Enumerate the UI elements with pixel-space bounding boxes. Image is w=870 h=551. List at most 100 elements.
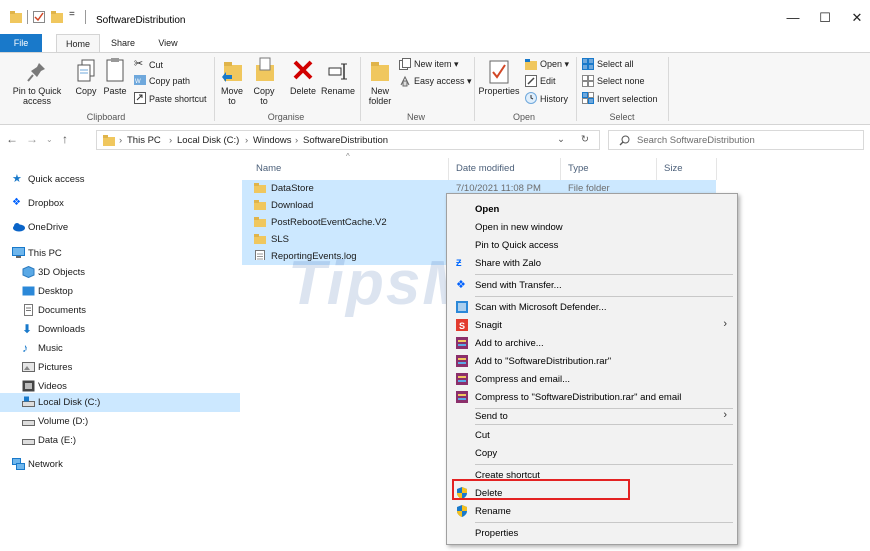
nav-documents[interactable]: Documents xyxy=(0,301,240,320)
menu-add-archive[interactable]: Add to archive... xyxy=(447,334,737,352)
menu-snagit[interactable]: S Snagit › xyxy=(447,316,737,334)
paste-button[interactable]: Paste xyxy=(102,86,128,96)
delete-button[interactable]: Delete xyxy=(286,86,320,96)
search-box[interactable]: Search SoftwareDistribution xyxy=(608,130,864,150)
crumb-windows[interactable]: Windows xyxy=(253,135,292,146)
copy-path-button[interactable]: Copy path xyxy=(149,76,190,86)
document-icon xyxy=(24,304,33,316)
menu-pin-quick-access[interactable]: Pin to Quick access xyxy=(447,236,737,254)
winrar-icon xyxy=(456,355,468,367)
menu-cut[interactable]: Cut xyxy=(447,426,737,444)
new-folder-button[interactable]: New folder xyxy=(364,86,396,106)
column-separator[interactable] xyxy=(448,158,449,180)
menu-properties[interactable]: Properties xyxy=(447,524,737,542)
paste-shortcut-button[interactable]: Paste shortcut xyxy=(149,94,207,104)
column-header-name[interactable]: Name xyxy=(256,163,281,174)
menu-separator xyxy=(475,296,733,297)
edit-icon xyxy=(525,75,537,87)
select-none-button[interactable]: Select none xyxy=(597,76,645,86)
new-item-button[interactable]: New item ▾ xyxy=(414,59,459,69)
tab-share[interactable]: Share xyxy=(104,34,142,52)
crumb-local-disk[interactable]: Local Disk (C:) xyxy=(177,135,239,146)
menu-send-transfer[interactable]: ❖ Send with Transfer... xyxy=(447,276,737,294)
nav-this-pc[interactable]: This PC xyxy=(0,244,240,263)
new-folder-icon[interactable] xyxy=(51,11,63,23)
pin-quick-access-button[interactable]: Pin to Quick access xyxy=(2,86,72,106)
organise-group-label: Organise xyxy=(267,112,305,122)
history-button[interactable]: History xyxy=(540,94,568,104)
column-header-type[interactable]: Type xyxy=(568,163,589,174)
nav-quick-access[interactable]: ★ Quick access xyxy=(0,170,240,189)
star-icon: ★ xyxy=(12,173,22,185)
nav-label: Network xyxy=(28,459,63,470)
menu-label: Send to xyxy=(475,411,508,422)
column-separator[interactable] xyxy=(716,158,717,180)
nav-onedrive[interactable]: OneDrive xyxy=(0,218,240,237)
nav-data-e[interactable]: Data (E:) xyxy=(0,431,240,450)
address-dropdown-icon[interactable]: ⌄ xyxy=(557,134,565,145)
edit-button[interactable]: Edit xyxy=(540,76,556,86)
nav-label: 3D Objects xyxy=(38,267,85,278)
nav-downloads[interactable]: ⬇ Downloads xyxy=(0,320,240,339)
copy-button[interactable]: Copy xyxy=(70,86,102,96)
crumb-this-pc[interactable]: This PC xyxy=(127,135,161,146)
menu-scan-defender[interactable]: Scan with Microsoft Defender... xyxy=(447,298,737,316)
menu-share-zalo[interactable]: Ƶ Share with Zalo xyxy=(447,254,737,272)
nav-music[interactable]: ♪ Music xyxy=(0,339,240,358)
menu-label: Open in new window xyxy=(475,222,563,233)
column-separator[interactable] xyxy=(656,158,657,180)
nav-label: Videos xyxy=(38,381,67,392)
invert-selection-button[interactable]: Invert selection xyxy=(597,94,658,104)
address-bar[interactable]: › This PC › Local Disk (C:) › Windows › … xyxy=(96,130,600,150)
nav-3d-objects[interactable]: 3D Objects xyxy=(0,263,240,282)
back-arrow-icon[interactable]: ← xyxy=(6,132,18,146)
easy-access-button[interactable]: Easy access ▾ xyxy=(414,76,472,86)
select-all-button[interactable]: Select all xyxy=(597,59,634,69)
rename-button[interactable]: Rename xyxy=(320,86,356,96)
cut-icon: ✂ xyxy=(134,58,144,70)
log-file-icon xyxy=(255,250,265,260)
menu-copy[interactable]: Copy xyxy=(447,444,737,462)
cloud-icon xyxy=(13,223,25,232)
tab-file[interactable]: File xyxy=(0,34,42,52)
music-note-icon: ♪ xyxy=(22,341,28,355)
tab-view[interactable]: View xyxy=(150,34,186,52)
copy-to-button[interactable]: Copy to xyxy=(250,86,278,106)
nav-local-disk[interactable]: Local Disk (C:) xyxy=(0,393,240,412)
column-header-date[interactable]: Date modified xyxy=(456,163,515,174)
maximize-button[interactable]: ☐ xyxy=(812,8,838,28)
nav-volume-d[interactable]: Volume (D:) xyxy=(0,412,240,431)
menu-rename[interactable]: Rename xyxy=(447,502,737,520)
column-header-size[interactable]: Size xyxy=(664,163,682,174)
forward-arrow-icon[interactable]: → xyxy=(26,132,38,146)
drive-icon xyxy=(22,420,35,426)
refresh-icon[interactable]: ↻ xyxy=(581,134,589,145)
open-button[interactable]: Open ▾ xyxy=(540,59,569,69)
up-arrow-icon[interactable]: ↑ xyxy=(62,132,68,146)
cut-button[interactable]: Cut xyxy=(149,60,163,70)
properties-button[interactable]: Properties xyxy=(478,86,520,96)
move-to-button[interactable]: Move to xyxy=(218,86,246,106)
minimize-button[interactable]: — xyxy=(780,8,806,28)
menu-send-to[interactable]: Send to › xyxy=(447,402,737,422)
menu-open-new-window[interactable]: Open in new window xyxy=(447,218,737,236)
new-item-icon xyxy=(399,58,411,70)
nav-pictures[interactable]: Pictures xyxy=(0,358,240,377)
nav-label: Quick access xyxy=(28,174,85,185)
nav-dropbox[interactable]: ❖ Dropbox xyxy=(0,194,240,213)
tab-home[interactable]: Home xyxy=(56,34,100,52)
nav-label: Downloads xyxy=(38,324,85,335)
column-separator[interactable] xyxy=(560,158,561,180)
open-label: Open xyxy=(540,59,563,69)
recent-chevron-icon[interactable]: ⌄ xyxy=(46,135,53,144)
menu-open[interactable]: Open xyxy=(447,200,737,218)
properties-check-icon[interactable] xyxy=(33,11,45,23)
title-bar: = SoftwareDistribution — ☐ ✕ xyxy=(0,0,870,34)
nav-desktop[interactable]: Desktop xyxy=(0,282,240,301)
menu-compress-email[interactable]: Compress and email... xyxy=(447,370,737,388)
close-button[interactable]: ✕ xyxy=(844,8,870,28)
menu-add-rar[interactable]: Add to "SoftwareDistribution.rar" xyxy=(447,352,737,370)
qat-dropdown-icon[interactable]: = xyxy=(69,9,75,20)
nav-network[interactable]: Network xyxy=(0,455,240,474)
crumb-software-distribution[interactable]: SoftwareDistribution xyxy=(303,135,388,146)
